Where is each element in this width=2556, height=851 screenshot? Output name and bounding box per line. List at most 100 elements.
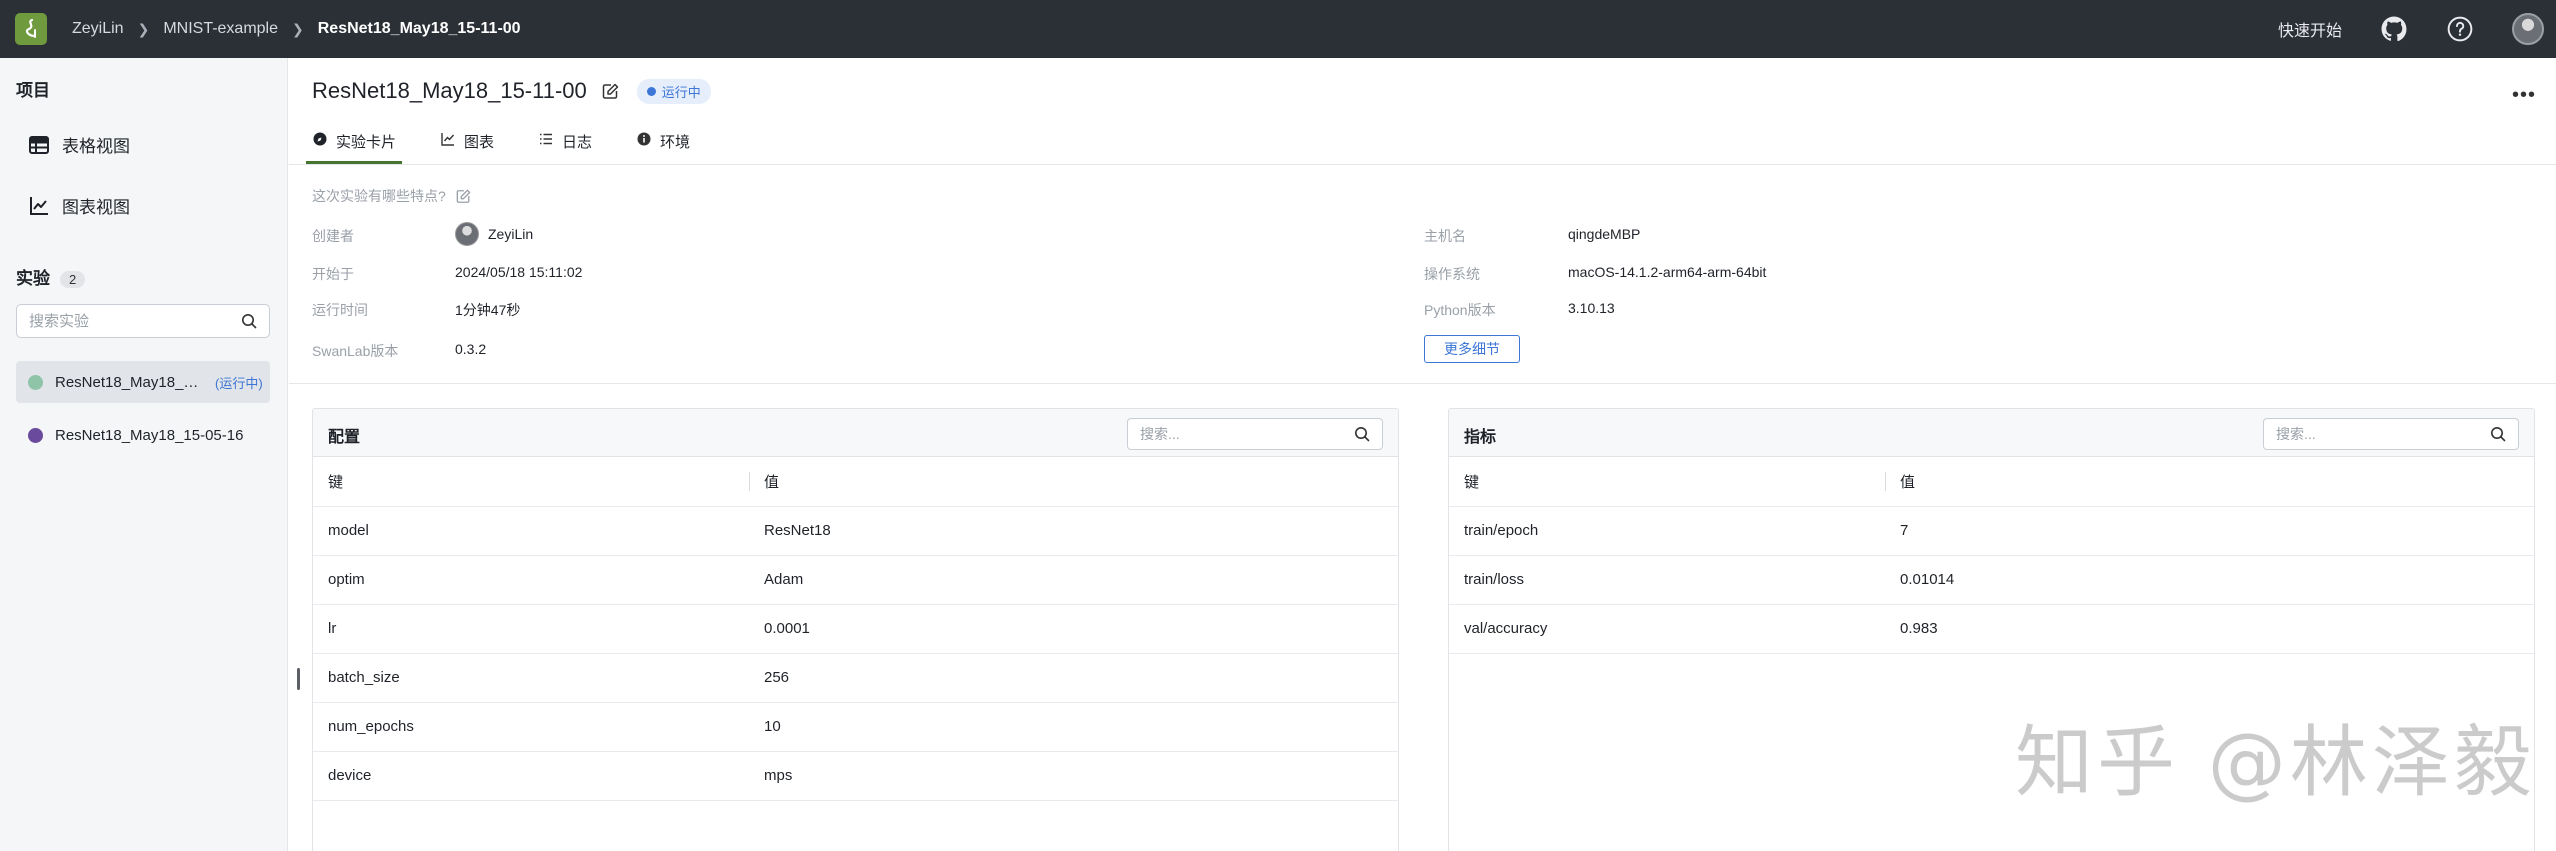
top-bar: ZeyiLin ❯ MNIST-example ❯ ResNet18_May18…: [0, 0, 2556, 58]
os-value: macOS-14.1.2-arm64-arm-64bit: [1568, 264, 1767, 280]
chevron-right-icon: ❯: [137, 20, 150, 37]
table-row: train/loss 0.01014: [1449, 555, 2534, 605]
table-icon: [28, 134, 50, 156]
edit-icon[interactable]: [601, 81, 621, 101]
tab-environment[interactable]: 环境: [636, 128, 690, 164]
line-chart-icon: [440, 131, 456, 147]
config-table: 键 值 model ResNet18 optim Adam lr 0.0001 bat…: [313, 457, 1398, 801]
metric-value: 7: [1885, 506, 2534, 556]
edit-icon[interactable]: [456, 188, 472, 204]
table-row: optim Adam: [313, 555, 1398, 605]
experiment-running-status: (运行中): [215, 375, 263, 391]
config-search: [1127, 418, 1383, 450]
sidebar-item-chart-view[interactable]: 图表视图: [28, 193, 130, 218]
list-icon: [538, 131, 554, 147]
config-key: num_epochs: [313, 702, 749, 752]
tab-label: 日志: [562, 134, 593, 151]
python-value: 3.10.13: [1568, 300, 1615, 316]
help-icon[interactable]: [2446, 15, 2474, 43]
experiment-name: ResNet18_May18_1...: [55, 373, 203, 391]
status-badge: 运行中: [636, 78, 711, 104]
metric-value: 0.01014: [1885, 555, 2534, 605]
experiment-name: ResNet18_May18_15-05-16: [55, 426, 244, 444]
tab-divider: [289, 164, 2556, 165]
breadcrumb-project[interactable]: MNIST-example: [163, 20, 278, 38]
host-value: qingdeMBP: [1568, 226, 1641, 242]
tab-experiment-card[interactable]: 实验卡片: [306, 128, 403, 164]
column-header-key: 键: [313, 457, 749, 507]
table-header-row: 键 值: [313, 457, 1398, 507]
python-label: Python版本: [1424, 302, 1496, 318]
search-icon[interactable]: [1352, 426, 1372, 442]
config-value: ResNet18: [749, 506, 1398, 556]
config-panel-header: 配置: [313, 409, 1398, 457]
config-value: 0.0001: [749, 604, 1398, 654]
experiments-count-badge: 2: [60, 271, 86, 289]
more-icon[interactable]: •••: [2512, 84, 2536, 107]
sidebar-item-label: 表格视图: [62, 137, 130, 156]
duration-label: 运行时间: [312, 302, 368, 318]
config-search-input[interactable]: [1140, 426, 1352, 442]
experiments-section-title: 实验 2: [16, 264, 86, 289]
breadcrumb-run[interactable]: ResNet18_May18_15-11-00: [318, 20, 521, 38]
avatar: [455, 222, 479, 246]
sidebar-item-label: 图表视图: [62, 198, 130, 217]
experiment-item[interactable]: ResNet18_May18_15-05-16: [16, 414, 270, 456]
table-row: device mps: [313, 751, 1398, 801]
experiment-search-input[interactable]: [29, 312, 239, 330]
experiment-color-dot: [28, 427, 43, 443]
metrics-panel-header: 指标: [1449, 409, 2534, 457]
chevron-right-icon: ❯: [292, 20, 304, 37]
column-header-key: 键: [1449, 457, 1885, 507]
experiment-search: [16, 304, 270, 338]
section-divider: [289, 383, 2556, 384]
card-icon: [312, 131, 328, 147]
metrics-table: 键 值 train/epoch 7 train/loss 0.01014 val/a…: [1449, 457, 2534, 654]
config-key: optim: [313, 555, 749, 605]
breadcrumb: ZeyiLin ❯ MNIST-example ❯ ResNet18_May18…: [72, 20, 521, 38]
search-icon[interactable]: [2488, 426, 2508, 442]
config-key: batch_size: [313, 653, 749, 703]
breadcrumb-user[interactable]: ZeyiLin: [72, 20, 124, 38]
tab-charts[interactable]: 图表: [440, 128, 494, 164]
experiment-item-active[interactable]: ResNet18_May18_1... (运行中): [16, 361, 270, 403]
config-value: mps: [749, 751, 1398, 801]
tab-logs[interactable]: 日志: [538, 128, 592, 164]
search-icon[interactable]: [239, 313, 259, 329]
table-row: batch_size 256: [313, 653, 1398, 703]
column-header-value: 值: [749, 457, 1398, 507]
metrics-panel-title: 指标: [1464, 429, 1497, 446]
metric-key: train/epoch: [1449, 506, 1885, 556]
creator-value: ZeyiLin: [455, 222, 533, 246]
tab-label: 图表: [464, 134, 495, 151]
table-row: lr 0.0001: [313, 604, 1398, 654]
description-prompt[interactable]: 这次实验有哪些特点?: [312, 186, 472, 206]
quickstart-link[interactable]: 快速开始: [2278, 17, 2342, 41]
version-label: SwanLab版本: [312, 343, 399, 359]
tab-bar: 实验卡片 图表 日志 环境: [306, 128, 734, 164]
swanlab-logo-icon[interactable]: [15, 13, 47, 45]
chart-icon: [28, 195, 50, 217]
more-details-button[interactable]: 更多细节: [1424, 335, 1520, 363]
status-label: 运行中: [661, 84, 701, 100]
github-icon[interactable]: [2380, 15, 2408, 43]
metric-key: train/loss: [1449, 555, 1885, 605]
metric-key: val/accuracy: [1449, 604, 1885, 654]
tab-label: 实验卡片: [336, 134, 397, 151]
info-icon: [636, 131, 652, 147]
project-section-title: 项目: [16, 81, 50, 100]
experiment-color-dot: [28, 374, 43, 390]
config-panel: 配置 键 值 modelResNet18 optimAdam lr0.0001: [312, 408, 1399, 851]
config-value: Adam: [749, 555, 1398, 605]
metric-value: 0.983: [1885, 604, 2534, 654]
description-placeholder: 这次实验有哪些特点?: [312, 188, 446, 204]
config-key: model: [313, 506, 749, 556]
config-panel-title: 配置: [328, 429, 361, 446]
metrics-search-input[interactable]: [2276, 426, 2488, 442]
creator-label: 创建者: [312, 228, 354, 244]
avatar[interactable]: [2512, 13, 2544, 45]
host-label: 主机名: [1424, 228, 1466, 244]
tab-label: 环境: [660, 134, 691, 151]
sidebar-item-table-view[interactable]: 表格视图: [28, 132, 130, 157]
metrics-search: [2263, 418, 2519, 450]
